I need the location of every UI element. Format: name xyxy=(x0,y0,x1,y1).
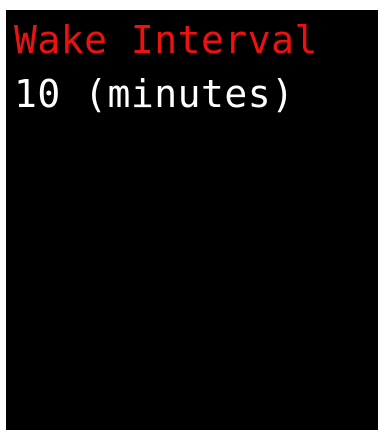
device-screen: Wake Interval 10 (minutes) xyxy=(6,10,378,430)
setting-value: 10 (minutes) xyxy=(14,72,295,116)
setting-title: Wake Interval xyxy=(14,18,318,62)
